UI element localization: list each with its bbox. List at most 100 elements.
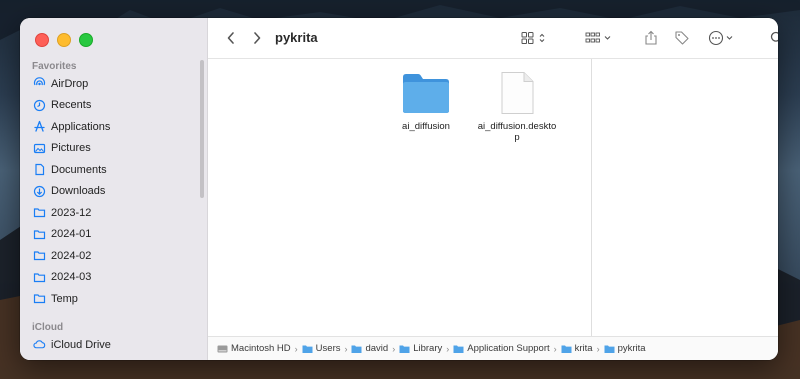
- sidebar-item-label: Downloads: [51, 185, 106, 198]
- path-item-label: david: [365, 343, 389, 354]
- share-button[interactable]: [644, 28, 658, 48]
- sidebar-item-pictures[interactable]: Pictures: [20, 138, 198, 160]
- chevron-left-icon: [227, 32, 234, 44]
- file-item-ai-diffusion-desktop[interactable]: ai_diffusion.desktop: [477, 71, 557, 143]
- path-separator: ›: [344, 343, 348, 354]
- sidebar-item-2023-12[interactable]: 2023-12: [20, 202, 198, 224]
- file-browser-area[interactable]: ai_diffusion ai_diffusion.desktop: [208, 59, 591, 336]
- file-name: ai_diffusion: [402, 121, 450, 132]
- close-button[interactable]: [35, 33, 49, 47]
- sidebar-item-downloads[interactable]: Downloads: [20, 181, 198, 203]
- airdrop-icon: [33, 77, 46, 90]
- download-icon: [33, 185, 46, 198]
- view-mode-button[interactable]: [521, 28, 549, 48]
- path-item-pykrita[interactable]: pykrita: [604, 343, 646, 354]
- folder-icon: [33, 249, 46, 262]
- path-item-library[interactable]: Library: [399, 343, 442, 354]
- sidebar: Favorites AirDrop Recents Applications P…: [20, 18, 208, 360]
- sidebar-item-label: 2024-03: [51, 271, 92, 284]
- sidebar-item-label: 2024-01: [51, 228, 92, 241]
- sidebar-scrollbar[interactable]: [200, 60, 204, 198]
- cloud-icon: [33, 338, 46, 351]
- sidebar-item-2024-03[interactable]: 2024-03: [20, 267, 198, 289]
- sidebar-item-label: Applications: [51, 120, 111, 133]
- path-separator: ›: [294, 343, 298, 354]
- file-name: ai_diffusion.desktop: [477, 121, 557, 143]
- group-button[interactable]: [585, 28, 613, 48]
- forward-button[interactable]: [248, 29, 266, 47]
- path-bar: Macintosh HD › Users › david › Library ›…: [208, 336, 778, 360]
- preview-pane: [592, 59, 778, 336]
- tag-icon: [675, 31, 689, 45]
- disk-icon: [217, 345, 228, 352]
- group-grid-icon: [585, 32, 611, 43]
- path-item-application-support[interactable]: Application Support: [453, 343, 550, 354]
- photo-icon: [33, 142, 46, 155]
- window-title: pykrita: [275, 30, 318, 45]
- icloud-list: iCloud Drive: [20, 334, 198, 356]
- sidebar-item-label: Pictures: [51, 142, 91, 155]
- path-item-macintosh-hd[interactable]: Macintosh HD: [217, 343, 291, 354]
- sidebar-item-label: Documents: [51, 163, 107, 176]
- sidebar-item-temp[interactable]: Temp: [20, 288, 198, 310]
- path-item-label: Users: [315, 343, 341, 354]
- minimize-button[interactable]: [57, 33, 71, 47]
- sidebar-item-label: 2024-02: [51, 249, 92, 262]
- sidebar-item-label: Temp: [51, 292, 78, 305]
- sidebar-item-airdrop[interactable]: AirDrop: [20, 73, 198, 95]
- share-icon: [645, 30, 657, 45]
- favorites-list: AirDrop Recents Applications Pictures Do…: [20, 73, 198, 310]
- folder-icon: [33, 206, 46, 219]
- folder-icon: [351, 345, 362, 353]
- folder-icon: [302, 345, 313, 353]
- folder-icon: [399, 345, 410, 353]
- back-button[interactable]: [222, 29, 240, 47]
- path-item-label: pykrita: [617, 343, 646, 354]
- path-item-krita[interactable]: krita: [561, 343, 593, 354]
- sidebar-item-2024-02[interactable]: 2024-02: [20, 245, 198, 267]
- sidebar-item-2024-01[interactable]: 2024-01: [20, 224, 198, 246]
- search-button[interactable]: [770, 28, 778, 48]
- applications-icon: [33, 120, 46, 133]
- path-item-users[interactable]: Users: [302, 343, 341, 354]
- folder-icon: [33, 271, 46, 284]
- sidebar-item-label: Recents: [51, 99, 92, 112]
- tag-button[interactable]: [674, 28, 690, 48]
- chevron-right-icon: [254, 32, 261, 44]
- path-item-label: Application Support: [467, 343, 550, 354]
- path-separator: ›: [553, 343, 557, 354]
- ellipsis-circle-icon: [708, 30, 733, 46]
- document-icon: [33, 163, 46, 176]
- finder-window: Favorites AirDrop Recents Applications P…: [20, 18, 778, 360]
- path-separator: ›: [446, 343, 450, 354]
- icon-grid-icon: [521, 32, 545, 44]
- path-item-david[interactable]: david: [351, 343, 388, 354]
- folder-icon: [604, 345, 615, 353]
- path-item-label: Macintosh HD: [231, 343, 291, 354]
- clock-icon: [33, 99, 46, 112]
- path-item-label: Library: [413, 343, 443, 354]
- search-icon: [770, 31, 778, 42]
- folder-icon: [453, 345, 464, 353]
- sidebar-item-label: iCloud Drive: [51, 338, 111, 351]
- document-file-icon: [501, 72, 534, 114]
- sidebar-item-recents[interactable]: Recents: [20, 95, 198, 117]
- more-actions-button[interactable]: [708, 28, 736, 48]
- file-item-ai-diffusion[interactable]: ai_diffusion: [386, 71, 466, 132]
- sidebar-item-applications[interactable]: Applications: [20, 116, 198, 138]
- window-controls: [35, 33, 93, 47]
- path-separator: ›: [596, 343, 600, 354]
- sidebar-item-label: AirDrop: [51, 77, 89, 90]
- folder-icon: [561, 345, 572, 353]
- toolbar: pykrita: [208, 18, 778, 59]
- zoom-button[interactable]: [79, 33, 93, 47]
- icloud-label: iCloud: [32, 322, 64, 333]
- folder-icon: [33, 292, 46, 305]
- sidebar-item-documents[interactable]: Documents: [20, 159, 198, 181]
- sidebar-item-label: 2023-12: [51, 206, 92, 219]
- favorites-label: Favorites: [32, 61, 77, 72]
- folder-icon: [403, 74, 449, 113]
- path-separator: ›: [392, 343, 396, 354]
- sidebar-item-icloud-drive[interactable]: iCloud Drive: [20, 334, 198, 356]
- path-item-label: krita: [574, 343, 593, 354]
